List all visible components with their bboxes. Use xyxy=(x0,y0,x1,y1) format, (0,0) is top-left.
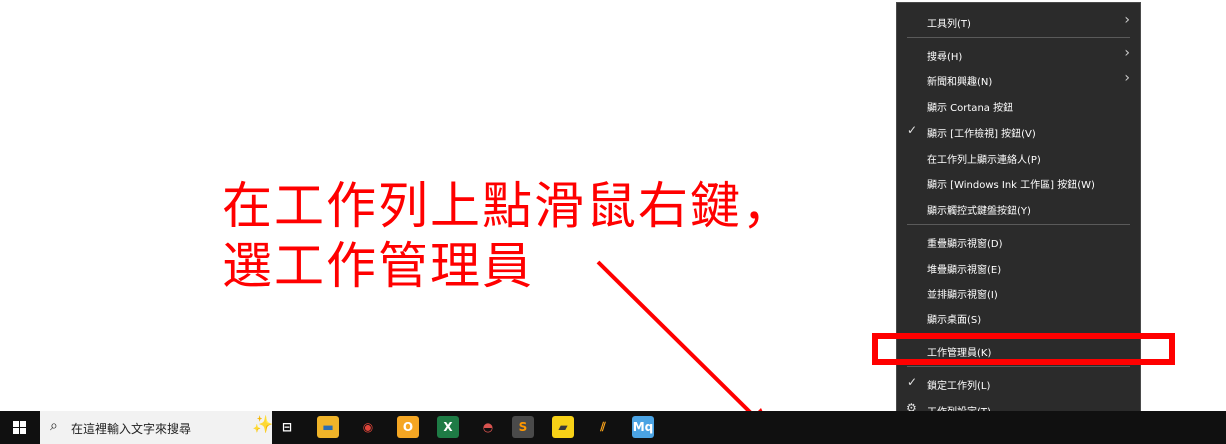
menu-item-cascade[interactable]: 重疊顯示視窗(D) xyxy=(897,229,1140,253)
annotation-text: 在工作列上點滑鼠右鍵， 選工作管理員 xyxy=(222,176,794,296)
chevron-right-icon: › xyxy=(1124,12,1130,28)
menu-item-label: 顯示桌面(S) xyxy=(927,315,982,326)
paint-icon[interactable]: ◓ xyxy=(477,416,499,438)
menu-separator xyxy=(907,37,1130,38)
chevron-right-icon: › xyxy=(1124,70,1130,86)
menu-item-label: 顯示 Cortana 按鈕 xyxy=(927,103,1014,114)
menu-item-side-by-side[interactable]: 並排顯示視窗(I) xyxy=(897,280,1140,304)
sticky-notes-icon[interactable]: ▰ xyxy=(552,416,574,438)
task-view-icon[interactable]: ⊟ xyxy=(276,416,298,438)
menu-item-stack[interactable]: 堆疊顯示視窗(E) xyxy=(897,255,1140,279)
menu-item-label: 顯示 [工作檢視] 按鈕(V) xyxy=(927,129,1036,140)
chrome-icon[interactable]: ◉ xyxy=(357,416,379,438)
mq-app-icon[interactable]: Mq xyxy=(632,416,654,438)
taskbar[interactable]: ⌕ 在這裡輸入文字來搜尋 ✨ ⊟ ▬ ◉ O X ◓ S ▰ ⫽ Mq xyxy=(0,411,1226,444)
menu-item-show-windows-ink[interactable]: 顯示 [Windows Ink 工作區] 按鈕(W) xyxy=(897,170,1140,194)
file-explorer-icon[interactable]: ▬ xyxy=(317,416,339,438)
menu-item-lock-taskbar[interactable]: ✓ 鎖定工作列(L) xyxy=(897,371,1140,395)
menu-item-show-task-view[interactable]: ✓ 顯示 [工作檢視] 按鈕(V) xyxy=(897,119,1140,143)
menu-item-label: 在工作列上顯示連絡人(P) xyxy=(927,155,1041,166)
sublime-icon[interactable]: S xyxy=(512,416,534,438)
menu-separator xyxy=(907,224,1130,225)
excel-icon[interactable]: X xyxy=(437,416,459,438)
search-icon: ⌕ xyxy=(50,418,58,434)
chevron-right-icon: › xyxy=(1124,45,1130,61)
menu-item-label: 新聞和興趣(N) xyxy=(927,77,993,88)
menu-item-label: 重疊顯示視窗(D) xyxy=(927,239,1003,250)
search-box[interactable]: ⌕ 在這裡輸入文字來搜尋 ✨ xyxy=(40,411,274,444)
annotation-line-1: 在工作列上點滑鼠右鍵， xyxy=(222,177,794,235)
annotation-line-2: 選工作管理員 xyxy=(222,237,534,295)
menu-item-show-people[interactable]: 在工作列上顯示連絡人(P) xyxy=(897,145,1140,169)
menu-item-label: 鎖定工作列(L) xyxy=(927,381,991,392)
menu-item-show-touch-keyboard[interactable]: 顯示觸控式鍵盤按鈕(Y) xyxy=(897,196,1140,220)
menu-item-label: 堆疊顯示視窗(E) xyxy=(927,265,1002,276)
windows-logo-icon xyxy=(13,421,27,435)
task-manager-highlight-box xyxy=(872,333,1175,365)
menu-separator xyxy=(907,366,1130,367)
menu-item-label: 搜尋(H) xyxy=(927,52,963,63)
menu-item-label: 顯示 [Windows Ink 工作區] 按鈕(W) xyxy=(927,180,1095,191)
menu-item-search[interactable]: 搜尋(H) › xyxy=(897,42,1140,66)
outlook-icon[interactable]: O xyxy=(397,416,419,438)
pen-app-icon[interactable]: ⫽ xyxy=(592,416,614,438)
sparkle-icon: ✨ xyxy=(252,415,274,435)
checkmark-icon: ✓ xyxy=(907,123,918,137)
start-button[interactable] xyxy=(0,411,39,444)
menu-item-label: 顯示觸控式鍵盤按鈕(Y) xyxy=(927,206,1031,217)
menu-item-toolbars[interactable]: 工具列(T) › xyxy=(897,9,1140,33)
menu-item-label: 工具列(T) xyxy=(927,19,971,30)
checkmark-icon: ✓ xyxy=(907,375,918,389)
menu-item-show-cortana[interactable]: 顯示 Cortana 按鈕 xyxy=(897,93,1140,117)
menu-item-news-interests[interactable]: 新聞和興趣(N) › xyxy=(897,67,1140,91)
menu-item-show-desktop[interactable]: 顯示桌面(S) xyxy=(897,305,1140,329)
menu-item-label: 並排顯示視窗(I) xyxy=(927,290,998,301)
search-placeholder: 在這裡輸入文字來搜尋 xyxy=(71,422,192,436)
